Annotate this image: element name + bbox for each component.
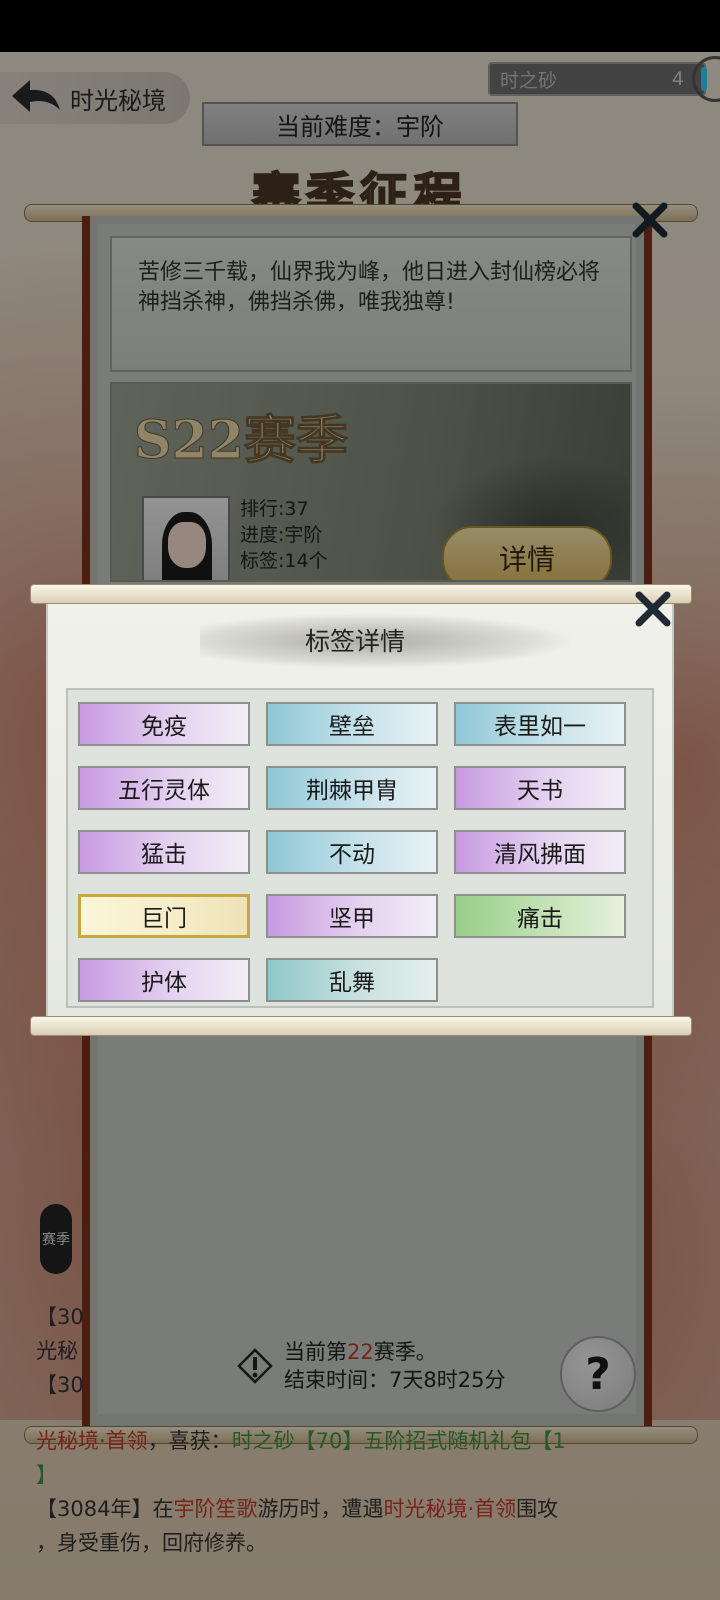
modal-rod-top (30, 584, 692, 604)
tag-button[interactable]: 免疫 (78, 702, 250, 746)
tag-button[interactable]: 乱舞 (266, 958, 438, 1002)
tag-button[interactable]: 天书 (454, 766, 626, 810)
tag-button[interactable]: 五行灵体 (78, 766, 250, 810)
tag-button[interactable]: 壁垒 (266, 702, 438, 746)
tag-button[interactable]: 不动 (266, 830, 438, 874)
screen: 时光秘境 时之砂 4 当前难度：宇阶 赛季征程 苦修三千载，仙界我为峰，他日进入… (0, 0, 720, 1600)
status-bar (0, 0, 720, 52)
tag-button[interactable]: 痛击 (454, 894, 626, 938)
tag-button[interactable]: 荆棘甲胄 (266, 766, 438, 810)
close-icon[interactable] (632, 588, 674, 630)
tag-button[interactable]: 猛击 (78, 830, 250, 874)
tag-button[interactable]: 坚甲 (266, 894, 438, 938)
tag-button[interactable]: 巨门 (78, 894, 250, 938)
tag-button[interactable]: 清风拂面 (454, 830, 626, 874)
tag-button[interactable]: 表里如一 (454, 702, 626, 746)
tag-button[interactable]: 护体 (78, 958, 250, 1002)
modal-title: 标签详情 (304, 627, 405, 656)
modal-rod-bottom (30, 1016, 692, 1036)
